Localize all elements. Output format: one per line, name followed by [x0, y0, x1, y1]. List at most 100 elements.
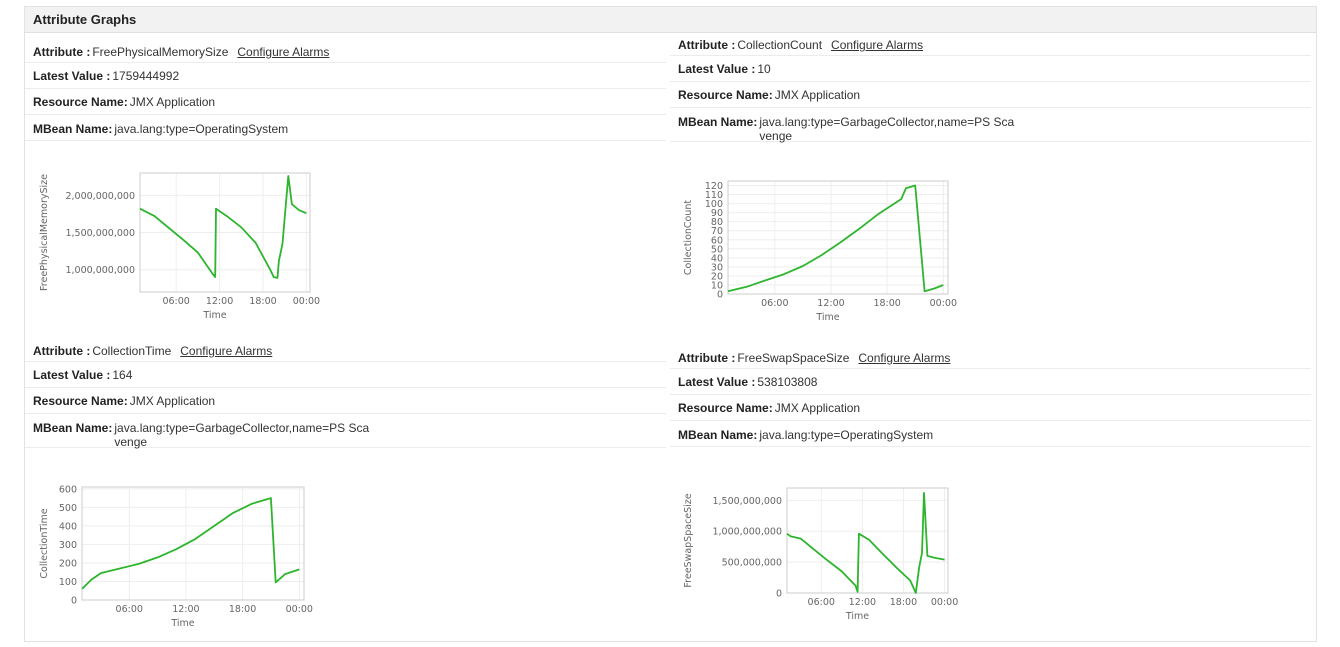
y-axis-label: FreePhysicalMemorySize [39, 174, 50, 291]
x-tick-label: 18:00 [890, 597, 917, 608]
mbean-name-label: MBean Name: [33, 421, 113, 435]
x-tick-label: 00:00 [931, 597, 958, 608]
attribute-label: Attribute : [678, 351, 736, 365]
resource-name-row: Resource Name: JMX Application [670, 82, 1311, 108]
resource-name-label: Resource Name: [33, 394, 128, 408]
latest-value-label: Latest Value : [678, 62, 756, 76]
configure-alarms-link[interactable]: Configure Alarms [180, 344, 272, 358]
attribute-chart: 0 100 200 300 400 500 600 06:00 12:00 18:00 00:00 T… [39, 482, 340, 647]
x-tick-label: 06:00 [116, 604, 143, 615]
resource-name-label: Resource Name: [33, 95, 128, 109]
x-axis-label: Time [202, 310, 226, 321]
x-tick-label: 12:00 [172, 604, 199, 615]
y-tick-label: 400 [59, 521, 77, 532]
resource-name-row: Resource Name: JMX Application [25, 89, 666, 115]
plot-frame [727, 180, 949, 295]
latest-value-row: Latest Value :10 [670, 56, 1311, 82]
y-tick-label: 300 [59, 540, 77, 551]
y-tick-label: 1,000,000,000 [65, 265, 135, 276]
x-axis-label: Time [815, 312, 839, 323]
y-tick-label: 200 [59, 558, 77, 569]
mbean-name-value: java.lang:type=OperatingSystem [114, 122, 289, 136]
attribute-label: Attribute : [33, 45, 91, 59]
mbean-name-value: java.lang:type=GarbageCollector,name=PS … [114, 421, 370, 449]
configure-alarms-link[interactable]: Configure Alarms [858, 351, 950, 365]
y-tick-label: 1,000,000,000 [712, 527, 782, 538]
x-tick-label: 12:00 [817, 298, 844, 309]
mbean-name-label: MBean Name: [678, 115, 758, 129]
attribute-chart: 0 500,000,000 1,000,000,000 1,500,000,000 06… [683, 480, 984, 645]
mbean-name-row: MBean Name: java.lang:type=GarbageCollect… [670, 108, 1311, 143]
latest-value-label: Latest Value : [33, 69, 111, 83]
attribute-row: Attribute : FreeSwapSpaceSize Configure Al… [670, 347, 1311, 369]
y-axis-label: FreeSwapSpaceSize [683, 493, 694, 587]
latest-value: 538103808 [757, 375, 818, 389]
y-tick-label: 100 [59, 577, 77, 588]
configure-alarms-link[interactable]: Configure Alarms [237, 45, 329, 59]
attribute-label: Attribute : [33, 344, 91, 358]
chart-svg: 0 100 200 300 400 500 600 06:00 12:00 18:00 00:00 T… [39, 484, 313, 629]
attribute-chart: 1,000,000,000 1,500,000,000 2,000,000,000 0… [39, 163, 340, 328]
attribute-value: CollectionTime [92, 344, 172, 358]
series-line [81, 497, 300, 590]
x-tick-label: 06:00 [808, 597, 835, 608]
x-axis-label: Time [845, 611, 869, 622]
resource-name-value: JMX Application [129, 95, 216, 109]
mbean-name-row: MBean Name: java.lang:type=OperatingSyste… [25, 115, 666, 141]
y-axis-label: CollectionTime [39, 508, 50, 578]
y-tick-label: 1,500,000,000 [65, 228, 135, 239]
chart-svg: 010203040506070809010011012006:00 12:00 18… [683, 180, 957, 323]
attribute-row: Attribute : CollectionTime Configure Alarm… [25, 340, 666, 362]
mbean-name-value: java.lang:type=GarbageCollector,name=PS … [759, 115, 1015, 143]
x-tick-label: 06:00 [162, 296, 189, 307]
x-tick-label: 12:00 [206, 296, 233, 307]
latest-value-label: Latest Value : [678, 375, 756, 389]
mbean-name-row: MBean Name: java.lang:type=GarbageCollect… [25, 414, 666, 449]
x-tick-label: 12:00 [849, 597, 876, 608]
x-tick-label: 00:00 [293, 296, 320, 307]
resource-name-label: Resource Name: [678, 88, 773, 102]
chart-svg: 0 500,000,000 1,000,000,000 1,500,000,000 06… [683, 487, 958, 622]
attribute-row: Attribute : CollectionCount Configure Alar… [670, 34, 1311, 56]
attribute-value: FreeSwapSpaceSize [737, 351, 850, 365]
resource-name-value: JMX Application [774, 88, 861, 102]
mbean-name-label: MBean Name: [678, 428, 758, 442]
attribute-label: Attribute : [678, 38, 736, 52]
x-tick-label: 00:00 [286, 604, 313, 615]
x-tick-label: 00:00 [930, 298, 957, 309]
attribute-card: Attribute : FreePhysicalMemorySize Configu… [25, 41, 666, 141]
latest-value: 10 [757, 62, 771, 76]
attribute-row: Attribute : FreePhysicalMemorySize Configu… [25, 41, 666, 63]
attribute-card: Attribute : CollectionCount Configure Alar… [670, 34, 1311, 143]
y-tick-label: 500 [59, 503, 77, 514]
attribute-card: Attribute : CollectionTime Configure Alarm… [25, 340, 666, 449]
panel-title: Attribute Graphs [25, 7, 1316, 33]
x-tick-label: 06:00 [761, 298, 788, 309]
latest-value-label: Latest Value : [33, 368, 111, 382]
resource-name-value: JMX Application [129, 394, 216, 408]
configure-alarms-link[interactable]: Configure Alarms [831, 38, 923, 52]
y-tick-label: 500,000,000 [722, 558, 782, 569]
mbean-name-value: java.lang:type=OperatingSystem [759, 428, 934, 442]
attribute-card: Attribute : FreeSwapSpaceSize Configure Al… [670, 347, 1311, 447]
x-tick-label: 18:00 [873, 298, 900, 309]
mbean-name-label: MBean Name: [33, 122, 113, 136]
series-line [786, 491, 945, 594]
resource-name-row: Resource Name: JMX Application [25, 388, 666, 414]
latest-value-row: Latest Value :538103808 [670, 369, 1311, 395]
mbean-name-row: MBean Name: java.lang:type=OperatingSyste… [670, 421, 1311, 447]
attribute-chart: 0 10 20 30 40 50 60 70 80 90 100 110 120 06:00 12:00 18… [683, 176, 984, 341]
chart-svg: 1,000,000,000 1,500,000,000 2,000,000,000 0… [39, 172, 320, 321]
y-tick-label: 120 [705, 181, 723, 192]
attribute-value: FreePhysicalMemorySize [92, 45, 229, 59]
latest-value-row: Latest Value :164 [25, 362, 666, 388]
series-line [139, 175, 307, 279]
y-axis-label: CollectionCount [683, 200, 694, 275]
y-tick-label: 1,500,000,000 [712, 496, 782, 507]
attribute-value: CollectionCount [737, 38, 823, 52]
y-tick-label: 0 [71, 596, 77, 607]
x-axis-label: Time [170, 618, 194, 629]
resource-name-row: Resource Name: JMX Application [670, 395, 1311, 421]
latest-value: 164 [112, 368, 133, 382]
x-tick-label: 18:00 [229, 604, 256, 615]
